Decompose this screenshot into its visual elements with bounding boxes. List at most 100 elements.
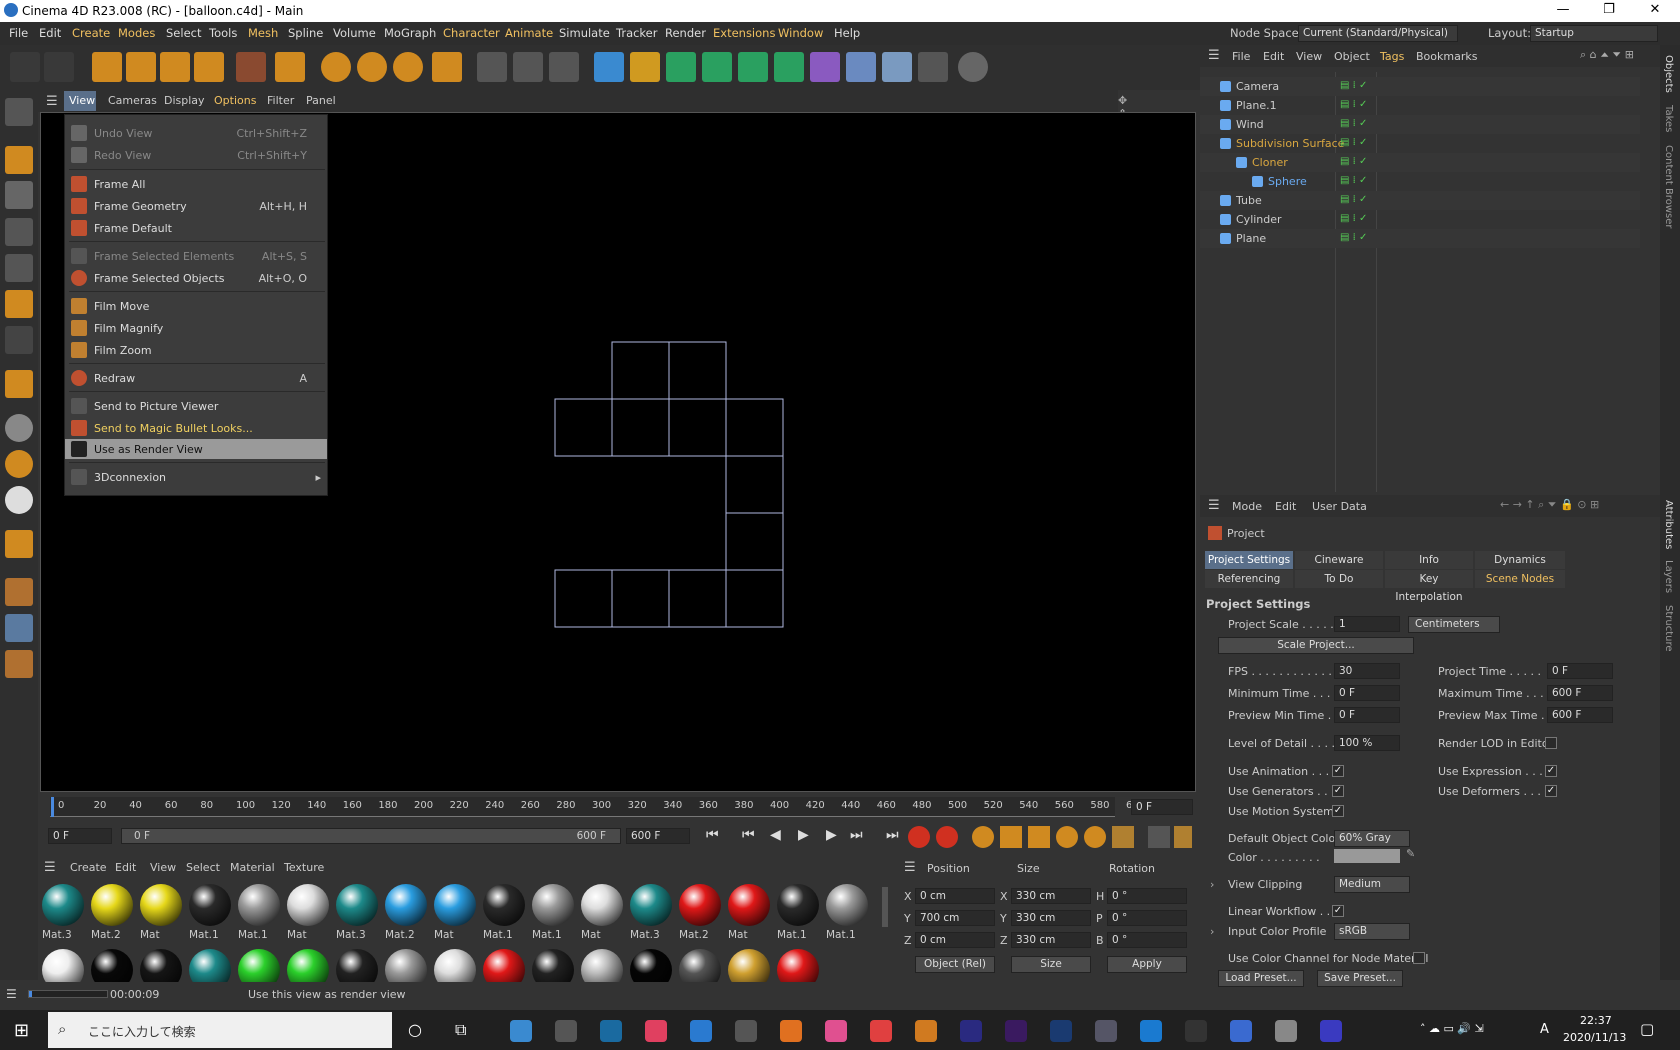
menu-spline[interactable]: Spline [288, 26, 323, 40]
model-mode-icon[interactable] [5, 146, 33, 174]
menu-edit[interactable]: Edit [39, 26, 61, 40]
scale-project-button[interactable]: Scale Project... [1218, 637, 1414, 654]
record-icon[interactable] [908, 826, 930, 848]
material-swatch[interactable]: Mat.2 [677, 882, 723, 942]
recent-tools-icon[interactable] [236, 52, 266, 82]
view-clipping-select[interactable]: Medium [1334, 876, 1410, 893]
uv-mode-icon[interactable] [5, 326, 33, 354]
cube-icon[interactable] [594, 52, 624, 82]
object-row[interactable]: Cylinder ▤ ⁞ ✓ [1200, 210, 1640, 229]
notification-icon[interactable]: ▢ [1640, 1020, 1654, 1038]
rotation-b-field[interactable]: 0 ° [1107, 932, 1187, 948]
vegas-icon[interactable] [1320, 1020, 1342, 1042]
project-scale-field[interactable]: 1 [1334, 616, 1400, 632]
hamburger-icon[interactable]: ☰ [46, 94, 58, 109]
visibility-toggles[interactable]: ▤ ⁞ ✓ [1340, 156, 1367, 167]
status-hamburger-icon[interactable]: ☰ [6, 987, 17, 1001]
x-axis-icon[interactable] [321, 52, 351, 82]
node-material-checkbox[interactable] [1413, 952, 1425, 964]
object-name[interactable]: Plane [1236, 232, 1266, 245]
visibility-toggles[interactable]: ▤ ⁞ ✓ [1340, 194, 1367, 205]
premiere-icon[interactable] [1005, 1020, 1027, 1042]
tab-to-do[interactable]: To Do [1295, 570, 1383, 588]
menu-item-film-move[interactable]: Film Move [65, 296, 327, 316]
material-swatch[interactable]: Mat.1 [481, 882, 527, 942]
visibility-toggles[interactable]: ▤ ⁞ ✓ [1340, 80, 1367, 91]
attributes-menu-mode[interactable]: Mode [1232, 500, 1262, 513]
itunes-icon[interactable] [645, 1020, 667, 1042]
objects-hamburger-icon[interactable]: ☰ [1208, 48, 1220, 63]
material-preview-sphere[interactable] [91, 949, 133, 982]
menu-item-3dconnexion[interactable]: 3Dconnexion ▸ [65, 467, 327, 487]
object-name[interactable]: Camera [1236, 80, 1279, 93]
tray-icons[interactable]: ˄ ☁ ▭ 🔊 ⇲ [1420, 1022, 1484, 1035]
preview-max-time-field[interactable]: 600 F [1547, 707, 1613, 723]
position-z-field[interactable]: 0 cm [915, 932, 995, 948]
attributes-menu-user-data[interactable]: User Data [1312, 500, 1367, 513]
eyedropper-icon[interactable]: ✎ [1406, 847, 1415, 860]
menu-item-frame-geometry[interactable]: Frame Geometry Alt+H, H [65, 196, 327, 216]
object-name[interactable]: Subdivision Surface [1236, 137, 1344, 150]
field-icon[interactable] [846, 52, 876, 82]
material-swatch[interactable]: Mat [432, 882, 478, 942]
object-name[interactable]: Cloner [1252, 156, 1288, 169]
material-menu-view[interactable]: View [150, 861, 176, 874]
tab-project-settings[interactable]: Project Settings [1205, 551, 1293, 569]
object-name[interactable]: Wind [1236, 118, 1264, 131]
mograph-icon[interactable] [774, 52, 804, 82]
objects-menu-object[interactable]: Object [1334, 50, 1370, 63]
blender-icon[interactable] [780, 1020, 802, 1042]
material-preview-sphere[interactable] [483, 949, 525, 982]
material-preview-sphere[interactable] [42, 949, 84, 982]
cloner-icon[interactable] [738, 52, 768, 82]
affinity-icon[interactable] [870, 1020, 892, 1042]
render-region-icon[interactable] [477, 52, 507, 82]
menu-item-frame-selected-objects[interactable]: Frame Selected Objects Alt+O, O [65, 268, 327, 288]
side-tab-layers[interactable]: Layers [1663, 560, 1674, 593]
menu-item-redo-view[interactable]: Redo View Ctrl+Shift+Y [65, 145, 327, 165]
transform-tool-icon[interactable] [275, 52, 305, 82]
maximize-button[interactable]: ❐ [1586, 2, 1632, 22]
z-axis-icon[interactable] [393, 52, 423, 82]
tab-dynamics[interactable]: Dynamics [1475, 551, 1565, 569]
render-lod-checkbox[interactable] [1545, 737, 1557, 749]
select-tool-icon[interactable] [92, 52, 122, 82]
material-preview-sphere[interactable] [581, 949, 623, 982]
minimize-button[interactable]: — [1540, 2, 1586, 22]
material-preview-sphere[interactable] [434, 949, 476, 982]
menu-mograph[interactable]: MoGraph [384, 26, 436, 40]
material-hamburger-icon[interactable]: ☰ [44, 860, 56, 875]
floor-icon[interactable] [882, 52, 912, 82]
object-name[interactable]: Sphere [1268, 175, 1307, 188]
planar-workplane-icon[interactable] [5, 614, 33, 642]
material-preview-sphere[interactable] [532, 949, 574, 982]
end-frame-field[interactable]: 600 F [626, 828, 690, 844]
menu-modes[interactable]: Modes [118, 26, 155, 40]
side-tab-content-browser[interactable]: Content Browser [1663, 145, 1674, 228]
object-row[interactable]: Subdivision Surface ▤ ⁞ ✓ [1200, 134, 1640, 153]
undo-icon[interactable] [10, 52, 40, 82]
load-preset-button[interactable]: Load Preset... [1218, 970, 1304, 987]
viewport-menu-panel[interactable]: Panel [306, 94, 336, 107]
side-tab-takes[interactable]: Takes [1663, 105, 1674, 132]
key-parameter-icon[interactable] [1084, 826, 1106, 848]
save-preset-button[interactable]: Save Preset... [1317, 970, 1403, 987]
attributes-toolbar-icons[interactable]: ← → ↑ ⌕ ⏷ 🔒 ⊙ ⊞ [1500, 498, 1599, 512]
menu-character[interactable]: Character [443, 26, 500, 40]
workplane-snap-icon[interactable] [5, 486, 33, 514]
visibility-toggles[interactable]: ▤ ⁞ ✓ [1340, 99, 1367, 110]
tab-cineware[interactable]: Cineware [1295, 551, 1383, 569]
move-tool-icon[interactable] [126, 52, 156, 82]
camera-icon[interactable] [918, 52, 948, 82]
make-editable-icon[interactable] [5, 98, 33, 126]
pen-icon[interactable] [630, 52, 660, 82]
material-swatch[interactable]: Mat.1 [236, 882, 282, 942]
menu-volume[interactable]: Volume [333, 26, 376, 40]
previous-frame-icon[interactable]: ◀ [770, 827, 781, 843]
ime-indicator[interactable]: A [1540, 1022, 1549, 1037]
notepad-icon[interactable] [1275, 1020, 1297, 1042]
material-menu-texture[interactable]: Texture [284, 861, 324, 874]
extrude-icon[interactable] [702, 52, 732, 82]
object-row[interactable]: Wind ▤ ⁞ ✓ [1200, 115, 1640, 134]
steam-icon[interactable] [600, 1020, 622, 1042]
